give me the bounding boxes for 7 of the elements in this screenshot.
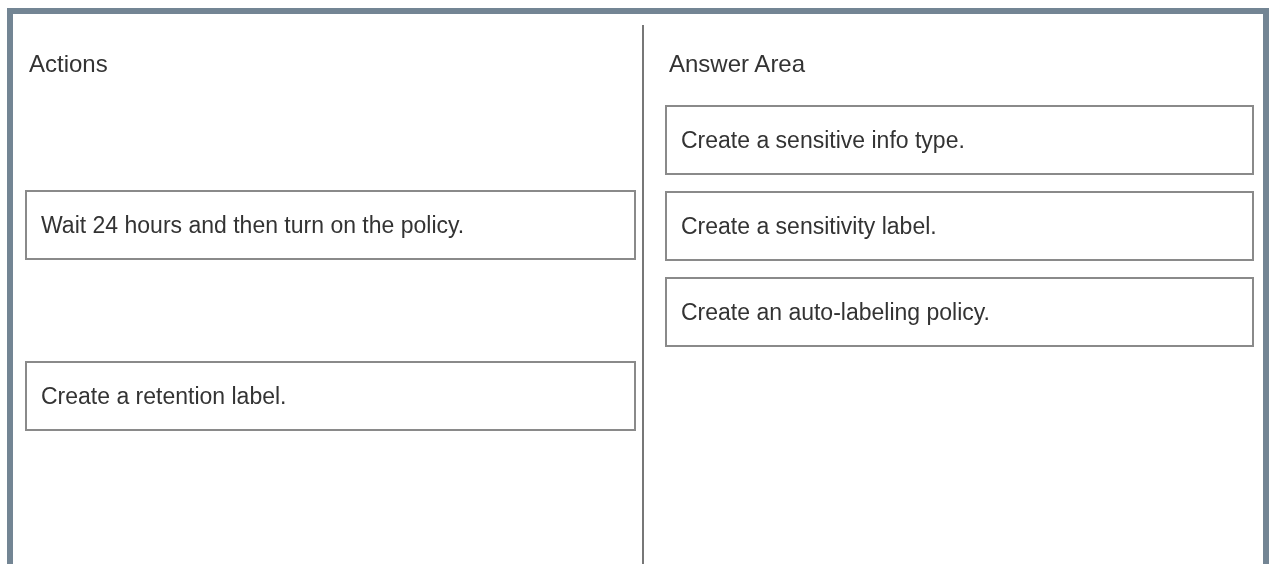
answer-item[interactable]: Create a sensitivity label. [665, 191, 1254, 261]
answer-area-heading: Answer Area [668, 49, 807, 79]
actions-heading: Actions [28, 49, 109, 79]
answer-item[interactable]: Create an auto-labeling policy. [665, 277, 1254, 347]
answer-item[interactable]: Create a sensitive info type. [665, 105, 1254, 175]
action-item[interactable]: Wait 24 hours and then turn on the policy. [25, 190, 636, 260]
action-item[interactable]: Create a retention label. [25, 361, 636, 431]
